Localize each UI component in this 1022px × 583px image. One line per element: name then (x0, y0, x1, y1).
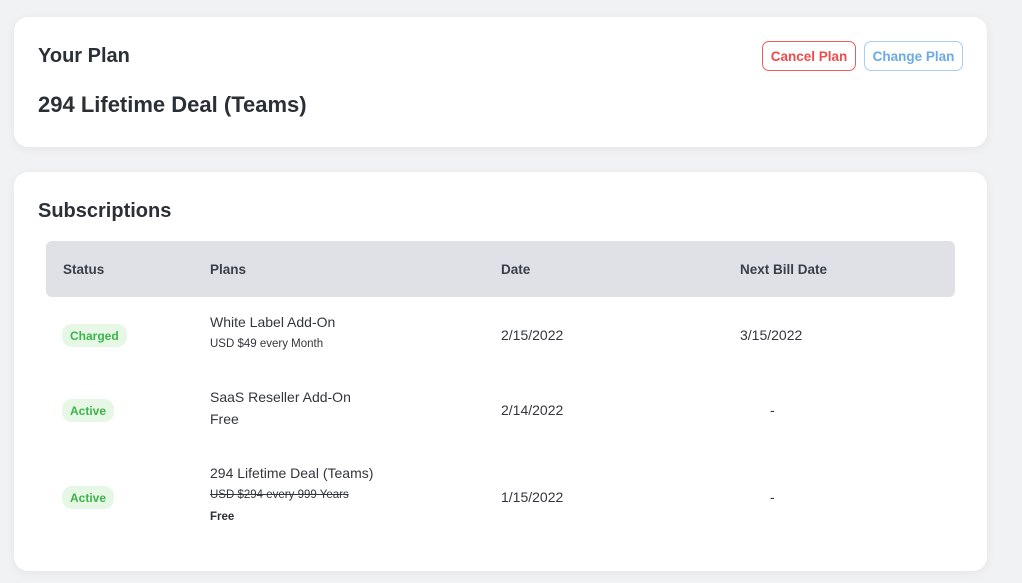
table-row: Active SaaS Reseller Add-On Free 2/14/20… (46, 386, 955, 434)
plan-cell: 294 Lifetime Deal (Teams) USD $294 every… (210, 462, 373, 528)
plan-cell: SaaS Reseller Add-On Free (210, 386, 351, 430)
original-price-strikethrough: USD $294 every 999 Years (210, 489, 349, 501)
plan-price: Free (210, 511, 235, 523)
plan-cell: White Label Add-On USD $49 every Month (210, 311, 335, 355)
date-cell: 2/15/2022 (501, 327, 564, 343)
status-badge: Active (62, 486, 115, 509)
status-badge: Active (62, 399, 115, 422)
subscriptions-table-header: Status Plans Date Next Bill Date (46, 241, 955, 297)
subscriptions-card: Subscriptions Status Plans Date Next Bil… (14, 172, 987, 571)
your-plan-card: Your Plan 294 Lifetime Deal (Teams) Canc… (14, 17, 987, 147)
plan-name: 294 Lifetime Deal (Teams) (210, 465, 374, 481)
column-header-status: Status (63, 262, 105, 277)
current-plan-name: 294 Lifetime Deal (Teams) (38, 92, 307, 117)
your-plan-heading: Your Plan (38, 45, 130, 67)
cancel-plan-button[interactable]: Cancel Plan (762, 41, 856, 71)
column-header-date: Date (501, 262, 531, 277)
plan-price: USD $49 every Month (210, 338, 324, 350)
next-bill-date-cell: - (770, 402, 775, 418)
column-header-plans: Plans (210, 262, 247, 277)
subscriptions-heading: Subscriptions (38, 200, 172, 222)
table-row: Charged White Label Add-On USD $49 every… (46, 311, 955, 359)
plan-price: Free (210, 411, 239, 427)
plan-name: White Label Add-On (210, 314, 336, 330)
plan-name: SaaS Reseller Add-On (210, 389, 351, 405)
next-bill-date-cell: - (770, 489, 775, 505)
status-badge: Charged (62, 324, 127, 347)
date-cell: 1/15/2022 (501, 489, 564, 505)
change-plan-button[interactable]: Change Plan (864, 41, 963, 71)
date-cell: 2/14/2022 (501, 402, 564, 418)
next-bill-date-cell: 3/15/2022 (740, 327, 803, 343)
column-header-next-bill-date: Next Bill Date (740, 262, 828, 277)
table-row: Active 294 Lifetime Deal (Teams) USD $29… (46, 462, 955, 532)
